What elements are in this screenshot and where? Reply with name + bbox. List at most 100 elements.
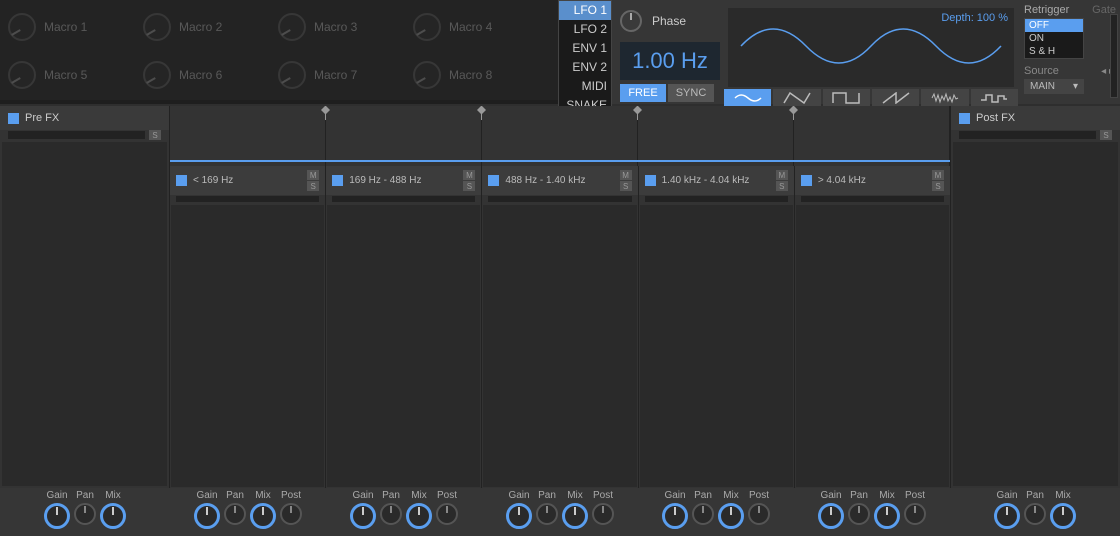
b4-gain-knob[interactable] [662, 503, 688, 529]
band-5-enable[interactable] [801, 175, 812, 186]
frequency-display[interactable]: 1.00 Hz [620, 42, 720, 80]
band-4-solo[interactable]: S [776, 181, 788, 191]
source-value: MAIN [1030, 81, 1055, 92]
b2-mix-knob[interactable] [406, 503, 432, 529]
mod-source-lfo2[interactable]: LFO 2 [559, 20, 611, 39]
macro-1-knob[interactable] [8, 13, 36, 41]
band-3-slot[interactable] [483, 205, 636, 487]
band-5-solo[interactable]: S [932, 181, 944, 191]
macro-2-knob[interactable] [143, 13, 171, 41]
postfx-panel: Post FX S [950, 106, 1120, 488]
shape-saw-button[interactable] [872, 89, 919, 107]
prefx-pan-label: Pan [76, 490, 94, 501]
shape-triangle-button[interactable] [773, 89, 820, 107]
b5-pan-knob[interactable] [848, 503, 870, 525]
retrigger-off[interactable]: OFF [1025, 19, 1083, 32]
spectrum-row[interactable] [170, 106, 950, 166]
macro-6-label: Macro 6 [179, 68, 222, 82]
band-3-mute[interactable]: M [620, 170, 632, 180]
depth-label[interactable]: Depth: 100 % [941, 12, 1008, 24]
b1-post-knob[interactable] [280, 503, 302, 525]
rate-sync-button[interactable]: SYNC [668, 84, 714, 102]
postfx-gain-label: Gain [996, 490, 1017, 501]
shape-sine-button[interactable] [724, 89, 771, 107]
macro-6-knob[interactable] [143, 61, 171, 89]
band-5-slot[interactable] [796, 205, 949, 487]
band-5-meter [801, 196, 944, 202]
prefx-solo-button[interactable]: S [149, 130, 161, 140]
b3-pan-knob[interactable] [536, 503, 558, 525]
b4-gain-label: Gain [664, 490, 685, 501]
source-select[interactable]: MAIN ▾ [1024, 79, 1084, 94]
macro-8-label: Macro 8 [449, 68, 492, 82]
shape-noise-button[interactable] [921, 89, 968, 107]
mod-source-lfo1[interactable]: LFO 1 [559, 1, 611, 20]
band-1-slot[interactable] [171, 205, 324, 487]
band-4-enable[interactable] [645, 175, 656, 186]
postfx-title: Post FX [976, 112, 1112, 124]
b4-mix-label: Mix [723, 490, 739, 501]
b2-gain-knob[interactable] [350, 503, 376, 529]
b3-post-knob[interactable] [592, 503, 614, 525]
mod-source-midi[interactable]: MIDI [559, 77, 611, 96]
band-2-enable[interactable] [332, 175, 343, 186]
band-4-slot[interactable] [640, 205, 793, 487]
b1-gain-label: Gain [196, 490, 217, 501]
macro-1-label: Macro 1 [44, 20, 87, 34]
macro-5-knob[interactable] [8, 61, 36, 89]
postfx-mix-knob[interactable] [1050, 503, 1076, 529]
b3-mix-knob[interactable] [562, 503, 588, 529]
b3-mix-label: Mix [567, 490, 583, 501]
b1-gain-knob[interactable] [194, 503, 220, 529]
b1-mix-knob[interactable] [250, 503, 276, 529]
postfx-gain-knob[interactable] [994, 503, 1020, 529]
prefx-gain-knob[interactable] [44, 503, 70, 529]
shape-random-button[interactable] [971, 89, 1018, 107]
macro-3-knob[interactable] [278, 13, 306, 41]
macro-4-knob[interactable] [413, 13, 441, 41]
rate-free-button[interactable]: FREE [620, 84, 666, 102]
gate-meter [1110, 14, 1118, 98]
shape-square-button[interactable] [823, 89, 870, 107]
band-4-meter [645, 196, 788, 202]
phase-knob[interactable] [620, 10, 642, 32]
waveform-display[interactable]: Depth: 100 % [728, 8, 1014, 87]
chevron-down-icon: ▾ [1073, 81, 1078, 92]
prefx-mix-knob[interactable] [100, 503, 126, 529]
band-1-solo[interactable]: S [307, 181, 319, 191]
b2-pan-knob[interactable] [380, 503, 402, 525]
postfx-pan-knob[interactable] [1024, 503, 1046, 525]
band-2-solo[interactable]: S [463, 181, 475, 191]
b5-post-knob[interactable] [904, 503, 926, 525]
band-1-enable[interactable] [176, 175, 187, 186]
band-3-solo[interactable]: S [620, 181, 632, 191]
b4-post-knob[interactable] [748, 503, 770, 525]
b3-gain-knob[interactable] [506, 503, 532, 529]
band-5-mute[interactable]: M [932, 170, 944, 180]
b5-gain-knob[interactable] [818, 503, 844, 529]
band-4-mute[interactable]: M [776, 170, 788, 180]
postfx-enable-checkbox[interactable] [959, 113, 970, 124]
b5-mix-knob[interactable] [874, 503, 900, 529]
band-2-slot[interactable] [327, 205, 480, 487]
mod-source-env2[interactable]: ENV 2 [559, 58, 611, 77]
b4-mix-knob[interactable] [718, 503, 744, 529]
band-1-mute[interactable]: M [307, 170, 319, 180]
b2-post-knob[interactable] [436, 503, 458, 525]
band-2-mute[interactable]: M [463, 170, 475, 180]
prefx-enable-checkbox[interactable] [8, 113, 19, 124]
prefx-slot[interactable] [2, 142, 167, 486]
retrigger-on[interactable]: ON [1025, 32, 1083, 45]
prefx-mix-label: Mix [105, 490, 121, 501]
macro-7-knob[interactable] [278, 61, 306, 89]
postfx-solo-button[interactable]: S [1100, 130, 1112, 140]
mod-source-env1[interactable]: ENV 1 [559, 39, 611, 58]
prefx-pan-knob[interactable] [74, 503, 96, 525]
b2-pan-label: Pan [382, 490, 400, 501]
b1-pan-knob[interactable] [224, 503, 246, 525]
macro-8-knob[interactable] [413, 61, 441, 89]
b4-pan-knob[interactable] [692, 503, 714, 525]
band-3-enable[interactable] [488, 175, 499, 186]
retrigger-sh[interactable]: S & H [1025, 45, 1083, 58]
postfx-slot[interactable] [953, 142, 1118, 486]
